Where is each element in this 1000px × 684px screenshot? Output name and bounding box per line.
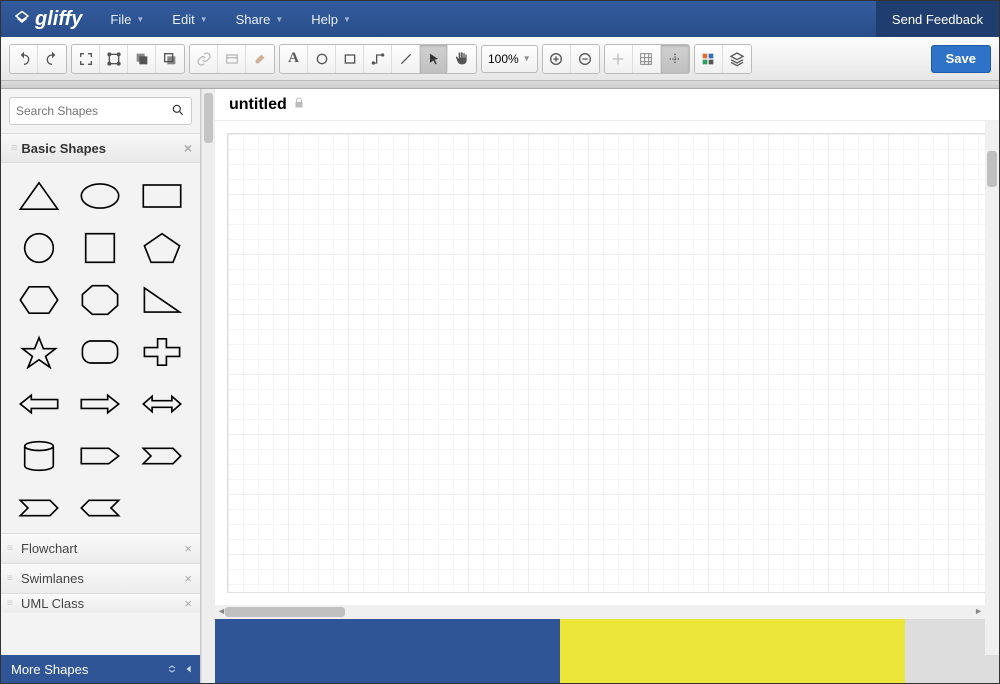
shape-cylinder[interactable] [13,437,65,475]
shape-star[interactable] [13,333,65,371]
rect-tool[interactable] [336,45,364,73]
expand-icon [166,663,178,675]
scrollbar-thumb[interactable] [987,151,997,187]
close-icon[interactable]: × [184,541,192,556]
scrollbar-thumb[interactable] [225,607,345,617]
toolbar: A 100%▼ Save [1,37,999,81]
canvas-grid [227,133,987,593]
shape-octagon[interactable] [75,281,127,319]
shape-rounded-rect[interactable] [75,333,127,371]
undo-button[interactable] [10,45,38,73]
ellipse-tool[interactable] [308,45,336,73]
shape-triangle[interactable] [13,177,65,215]
app-logo: gliffy [1,8,96,31]
redo-button[interactable] [38,45,66,73]
canvas[interactable] [215,121,999,605]
panel-flowchart-header[interactable]: ≡Flowchart× [1,533,200,563]
guides-button[interactable] [661,45,689,73]
menubar: gliffy File▼ Edit▼ Share▼ Help▼ Send Fee… [1,1,999,37]
panel-basic-shapes-body [1,163,200,533]
back-button[interactable] [156,45,184,73]
sidebar-scrollbar[interactable] [201,89,215,683]
close-icon[interactable]: × [184,571,192,586]
text-tool[interactable]: A [280,45,308,73]
document-title-bar: untitled [215,89,999,121]
layers-button[interactable] [723,45,751,73]
drag-grip-icon: ≡ [11,142,15,154]
shape-circle[interactable] [13,229,65,267]
workspace: ≡ Basic Shapes × [1,89,999,683]
shape-document[interactable] [136,437,188,475]
shape-left-arrow[interactable] [13,385,65,423]
strip-blue [215,619,560,683]
theme-button[interactable] [695,45,723,73]
shape-hexagon[interactable] [13,281,65,319]
collapse-sidebar-icon[interactable] [184,663,194,675]
zoom-out-button[interactable] [571,45,599,73]
canvas-vertical-scrollbar[interactable] [985,121,999,655]
zoom-select[interactable]: 100%▼ [481,45,538,73]
zoom-in-button[interactable] [543,45,571,73]
shape-ellipse[interactable] [75,177,127,215]
connector-tool[interactable] [364,45,392,73]
fit-button[interactable] [72,45,100,73]
bottom-strip [215,619,999,683]
link-button[interactable] [190,45,218,73]
shape-plus[interactable] [136,333,188,371]
popup-button[interactable] [218,45,246,73]
lock-icon[interactable] [293,97,305,112]
send-feedback-button[interactable]: Send Feedback [876,1,999,37]
document-title: untitled [229,96,287,114]
shape-right-arrow[interactable] [75,385,127,423]
front-button[interactable] [128,45,156,73]
scrollbar-thumb[interactable] [204,93,213,143]
grid-button[interactable] [633,45,661,73]
shape-right-triangle[interactable] [136,281,188,319]
save-button[interactable]: Save [931,45,991,73]
strip-yellow [560,619,905,683]
shape-square[interactable] [75,229,127,267]
toolbar-divider [1,81,999,89]
panel-basic-shapes-header[interactable]: ≡ Basic Shapes × [1,133,200,163]
snap-button[interactable] [605,45,633,73]
canvas-horizontal-scrollbar[interactable]: ◄ ► [215,605,985,619]
canvas-area: untitled ◄ ► [215,89,999,683]
menu-edit[interactable]: Edit▼ [158,1,221,37]
pan-tool[interactable] [448,45,476,73]
more-shapes-button[interactable]: More Shapes [1,655,200,683]
shape-tag-right[interactable] [13,489,65,527]
group-button[interactable] [100,45,128,73]
app-name: gliffy [35,8,82,31]
line-tool[interactable] [392,45,420,73]
shape-pentagon[interactable] [136,229,188,267]
sidebar: ≡ Basic Shapes × [1,89,201,683]
shape-tag-left[interactable] [75,489,127,527]
menu-share[interactable]: Share▼ [222,1,298,37]
search-shapes-input[interactable] [9,97,192,125]
menu-items: File▼ Edit▼ Share▼ Help▼ [96,1,365,37]
close-icon[interactable]: × [184,140,192,156]
shape-chevron-right[interactable] [75,437,127,475]
menu-file[interactable]: File▼ [96,1,158,37]
close-icon[interactable]: × [184,596,192,611]
menu-help[interactable]: Help▼ [297,1,365,37]
shape-rectangle[interactable] [136,177,188,215]
panel-uml-header[interactable]: ≡UML Class× [1,593,200,613]
search-icon [171,103,185,120]
erase-button[interactable] [246,45,274,73]
pointer-tool[interactable] [420,45,448,73]
shape-double-arrow[interactable] [136,385,188,423]
panel-swimlanes-header[interactable]: ≡Swimlanes× [1,563,200,593]
